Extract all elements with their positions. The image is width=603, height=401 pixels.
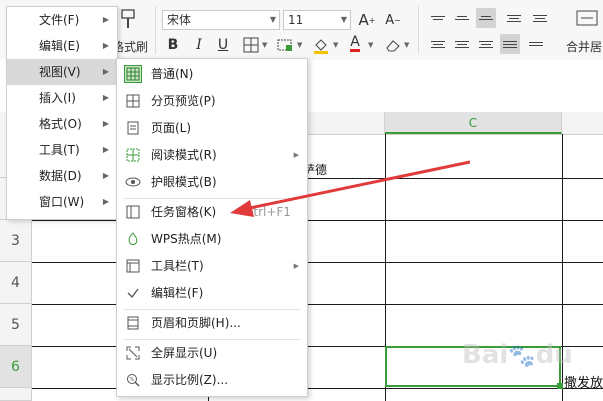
baidu-watermark-logo: Bai🐾du xyxy=(462,340,573,370)
